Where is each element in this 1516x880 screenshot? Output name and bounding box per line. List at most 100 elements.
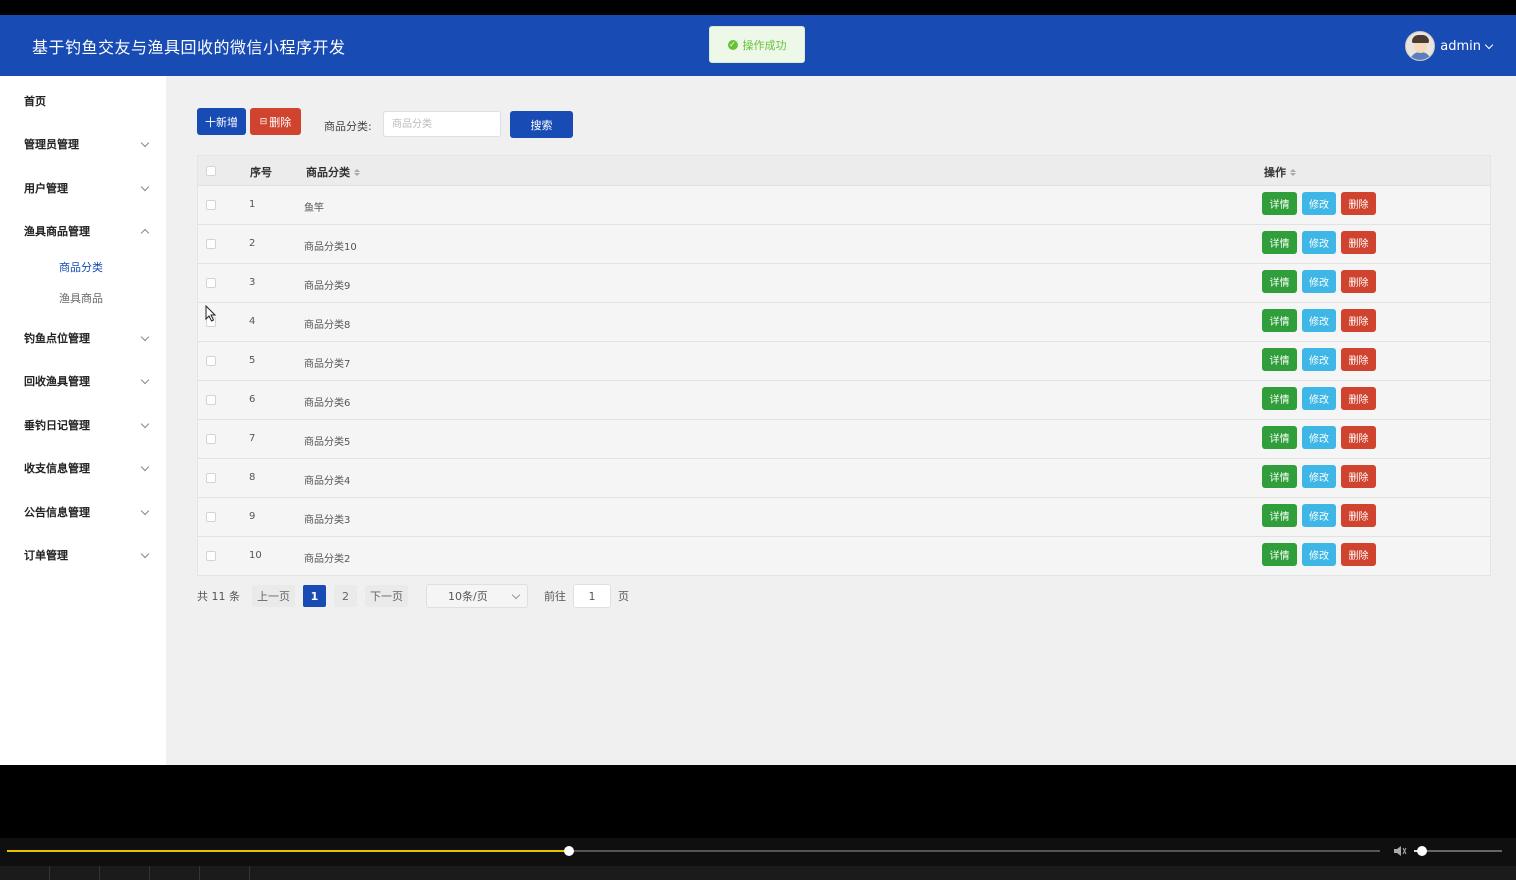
player-bottom-strip <box>0 866 1516 880</box>
video-progress-handle[interactable] <box>563 846 574 856</box>
edit-button[interactable]: 修改 <box>1302 543 1336 566</box>
edit-button[interactable]: 修改 <box>1302 309 1336 332</box>
batch-delete-label: 删除 <box>269 115 292 129</box>
sort-icon[interactable] <box>354 168 360 176</box>
row-actions: 详情 修改 删除 <box>1262 192 1376 215</box>
column-header-actions[interactable]: 操作 <box>1264 164 1296 180</box>
chevron-down-icon[interactable] <box>1484 40 1494 49</box>
row-checkbox[interactable] <box>206 239 216 249</box>
edit-button[interactable]: 修改 <box>1302 465 1336 488</box>
sidebar-item-label: 管理员管理 <box>24 138 79 151</box>
sort-icon[interactable] <box>1290 168 1296 176</box>
row-index: 6 <box>249 394 256 405</box>
page-2-button[interactable]: 2 <box>334 585 357 607</box>
volume-handle[interactable] <box>1416 846 1427 856</box>
chevron-down-icon <box>140 462 150 471</box>
check-circle-icon: ✓ <box>727 39 738 50</box>
select-all-checkbox[interactable] <box>206 166 216 176</box>
table-row: 3 商品分类9 详情 修改 删除 <box>198 264 1490 303</box>
row-category: 商品分类2 <box>304 554 351 565</box>
detail-button[interactable]: 详情 <box>1262 543 1297 566</box>
success-toast: ✓ 操作成功 <box>709 26 805 63</box>
sidebar-item-orders[interactable]: 订单管理 <box>0 545 166 565</box>
column-header-category[interactable]: 商品分类 <box>306 164 360 180</box>
username[interactable]: admin <box>1440 39 1481 54</box>
row-checkbox[interactable] <box>206 434 216 444</box>
sidebar-item-home[interactable]: 首页 <box>0 91 166 111</box>
detail-button[interactable]: 详情 <box>1262 231 1297 254</box>
chevron-down-icon <box>140 138 150 147</box>
next-page-button[interactable]: 下一页 <box>365 585 408 607</box>
edit-button[interactable]: 修改 <box>1302 270 1336 293</box>
row-category: 商品分类6 <box>304 398 351 409</box>
top-header: 基于钓鱼交友与渔具回收的微信小程序开发 ✓ 操作成功 admin <box>0 15 1516 76</box>
sidebar-item-label: 钓鱼点位管理 <box>24 332 90 345</box>
detail-button[interactable]: 详情 <box>1262 309 1297 332</box>
search-button[interactable]: 搜索 <box>510 111 573 138</box>
row-checkbox[interactable] <box>206 551 216 561</box>
delete-button[interactable]: 删除 <box>1341 270 1376 293</box>
row-actions: 详情 修改 删除 <box>1262 270 1376 293</box>
category-search-input[interactable] <box>383 111 501 137</box>
sidebar-item-tackle-products[interactable]: 渔具商品管理 <box>0 221 166 241</box>
detail-button[interactable]: 详情 <box>1262 465 1297 488</box>
volume-icon[interactable] <box>1393 845 1407 857</box>
edit-button[interactable]: 修改 <box>1302 387 1336 410</box>
add-button[interactable]: 十新增 <box>197 108 246 135</box>
delete-button[interactable]: 删除 <box>1341 465 1376 488</box>
row-actions: 详情 修改 删除 <box>1262 504 1376 527</box>
delete-button[interactable]: 删除 <box>1341 387 1376 410</box>
sidebar-item-label: 回收渔具管理 <box>24 375 90 388</box>
detail-button[interactable]: 详情 <box>1262 504 1297 527</box>
sidebar-item-recycle[interactable]: 回收渔具管理 <box>0 371 166 391</box>
edit-button[interactable]: 修改 <box>1302 504 1336 527</box>
table-row: 1 鱼竿 详情 修改 删除 <box>198 186 1490 225</box>
detail-button[interactable]: 详情 <box>1262 348 1297 371</box>
row-checkbox[interactable] <box>206 512 216 522</box>
user-menu[interactable]: admin <box>1405 31 1494 61</box>
row-checkbox[interactable] <box>206 395 216 405</box>
avatar[interactable] <box>1405 31 1436 61</box>
sidebar-subitem-product-category[interactable]: 商品分类 <box>59 259 103 275</box>
delete-button[interactable]: 删除 <box>1341 504 1376 527</box>
delete-button[interactable]: 删除 <box>1341 348 1376 371</box>
edit-button[interactable]: 修改 <box>1302 231 1336 254</box>
page-size-select[interactable]: 10条/页 <box>426 584 528 608</box>
video-progress-bar[interactable] <box>7 846 1380 856</box>
app-window: 基于钓鱼交友与渔具回收的微信小程序开发 ✓ 操作成功 admin 首页 管理员管… <box>0 15 1516 765</box>
sidebar-item-notices[interactable]: 公告信息管理 <box>0 502 166 522</box>
detail-button[interactable]: 详情 <box>1262 270 1297 293</box>
row-checkbox[interactable] <box>206 200 216 210</box>
row-index: 9 <box>249 511 256 522</box>
goto-suffix: 页 <box>618 590 629 603</box>
delete-button[interactable]: 删除 <box>1341 192 1376 215</box>
mouse-cursor-icon <box>205 305 217 322</box>
row-checkbox[interactable] <box>206 473 216 483</box>
delete-button[interactable]: 删除 <box>1341 309 1376 332</box>
sidebar-item-fishing-spots[interactable]: 钓鱼点位管理 <box>0 328 166 348</box>
edit-button[interactable]: 修改 <box>1302 192 1336 215</box>
delete-button[interactable]: 删除 <box>1341 426 1376 449</box>
batch-delete-button[interactable]: ⊟ 删除 <box>250 108 301 135</box>
sidebar-item-label: 垂钓日记管理 <box>24 419 90 432</box>
chevron-down-icon <box>511 590 521 599</box>
goto-page-input[interactable] <box>573 584 611 608</box>
edit-button[interactable]: 修改 <box>1302 348 1336 371</box>
delete-button[interactable]: 删除 <box>1341 231 1376 254</box>
row-checkbox[interactable] <box>206 356 216 366</box>
page-1-button[interactable]: 1 <box>303 585 326 607</box>
sidebar-item-diary[interactable]: 垂钓日记管理 <box>0 415 166 435</box>
prev-page-button[interactable]: 上一页 <box>252 585 295 607</box>
table-row: 2 商品分类10 详情 修改 删除 <box>198 225 1490 264</box>
sidebar-item-finance[interactable]: 收支信息管理 <box>0 458 166 478</box>
edit-button[interactable]: 修改 <box>1302 426 1336 449</box>
detail-button[interactable]: 详情 <box>1262 426 1297 449</box>
detail-button[interactable]: 详情 <box>1262 387 1297 410</box>
delete-button[interactable]: 删除 <box>1341 543 1376 566</box>
sidebar-subitem-tackle-goods[interactable]: 渔具商品 <box>59 290 103 306</box>
row-checkbox[interactable] <box>206 278 216 288</box>
sidebar-item-admin[interactable]: 管理员管理 <box>0 134 166 154</box>
volume-slider[interactable] <box>1414 846 1502 856</box>
detail-button[interactable]: 详情 <box>1262 192 1297 215</box>
sidebar-item-users[interactable]: 用户管理 <box>0 178 166 198</box>
